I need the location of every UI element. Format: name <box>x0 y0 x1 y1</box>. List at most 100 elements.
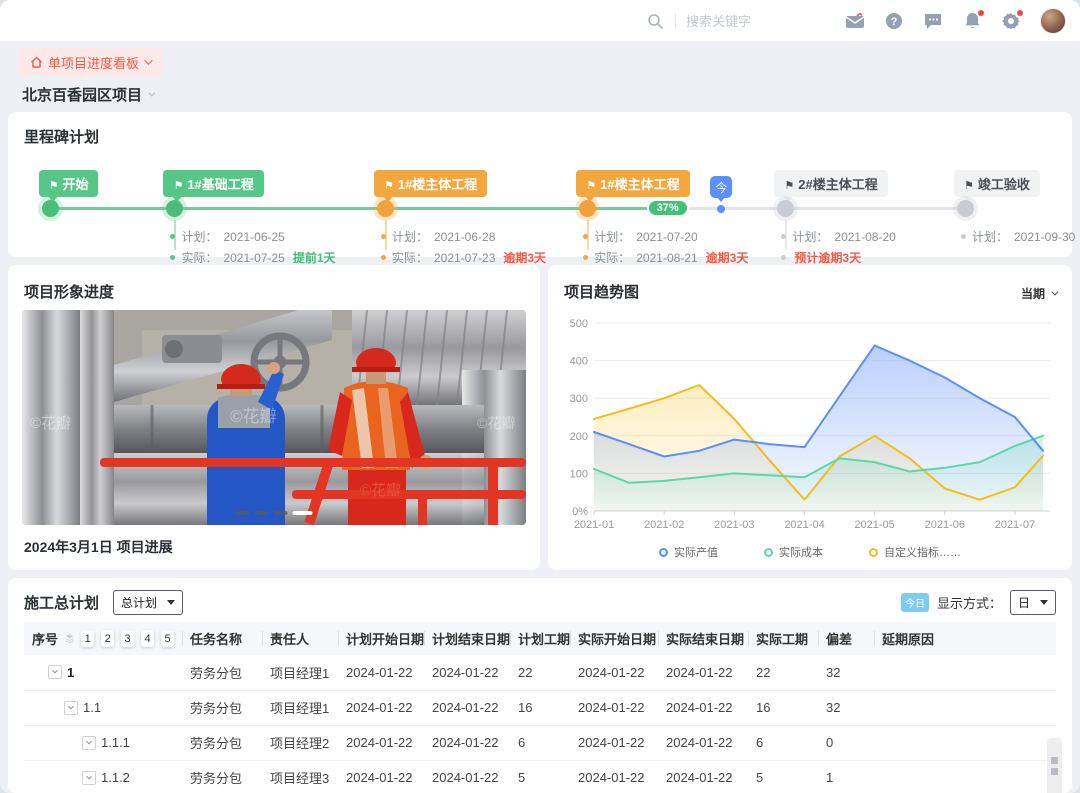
home-icon <box>30 56 43 69</box>
mail-icon[interactable] <box>845 11 865 31</box>
col-task: 任务名称 <box>182 622 262 655</box>
level-button-2[interactable]: 2 <box>101 630 114 647</box>
trend-title: 项目趋势图 <box>564 281 639 302</box>
svg-text:2021-04: 2021-04 <box>784 519 824 531</box>
col-reason: 延期原因 <box>874 622 1056 655</box>
plan-type-select[interactable]: 总计划 <box>113 590 183 615</box>
project-title-dropdown[interactable]: 北京百香园区项目 <box>22 84 153 105</box>
tree-toggle[interactable] <box>64 701 78 715</box>
site-photo-card: 项目形象进度 <box>8 265 540 570</box>
milestone-card: 里程碑计划 ⚑开始 ⚑1#基础工程 计划：2021-06-25 实际：2021-… <box>8 112 1072 257</box>
site-photo: ©花瓣 ©花瓣 ©花瓣 ©花瓣 <box>22 310 526 525</box>
col-act-end: 实际结束日期 <box>658 622 748 655</box>
flag-icon: ⚑ <box>586 180 596 192</box>
svg-text:2021-07: 2021-07 <box>995 519 1035 531</box>
svg-text:2021-02: 2021-02 <box>644 519 684 531</box>
gear-icon[interactable] <box>1001 11 1021 31</box>
trend-chart: 5004003002001000%2021-012021-022021-0320… <box>556 309 1064 541</box>
chevron-down-icon <box>1051 289 1058 296</box>
svg-text:©花瓣: ©花瓣 <box>30 415 71 432</box>
carousel-dot-active[interactable] <box>293 511 313 515</box>
milestone-badge: ⚑1#楼主体工程 <box>374 170 487 197</box>
board-selector-button[interactable]: 单项目进度看板 <box>18 48 162 76</box>
photo-card-title: 项目形象进度 <box>24 281 114 302</box>
chevron-down-icon <box>148 90 155 97</box>
search-input[interactable] <box>686 14 836 29</box>
plan-title: 施工总计划 <box>24 592 99 613</box>
flag-icon: ⚑ <box>964 180 974 192</box>
milestone-title: 里程碑计划 <box>24 126 99 147</box>
display-mode-select[interactable]: 日 <box>1010 590 1056 615</box>
display-mode-label: 显示方式： <box>937 593 1002 612</box>
milestone-dates: 计划：2021-06-28 实际：2021-07-23逾期3天 <box>381 226 546 268</box>
settings-dot <box>1017 10 1023 16</box>
timeline-done-segment <box>51 207 668 210</box>
col-plan-dur: 计划工期 <box>510 622 570 655</box>
deviation-value: 0 <box>818 725 874 760</box>
deviation-value: 1 <box>818 760 874 793</box>
avatar[interactable] <box>1040 8 1066 34</box>
level-button-1[interactable]: 1 <box>81 630 94 647</box>
flag-icon: ⚑ <box>49 180 59 192</box>
select-arrow-icon <box>1040 600 1048 605</box>
trend-chart-card: 项目趋势图 当期 5004003002001000%2021-012021-02… <box>548 265 1072 570</box>
svg-text:400: 400 <box>570 356 588 368</box>
milestone-badge: ⚑开始 <box>39 170 99 197</box>
svg-text:©花瓣: ©花瓣 <box>360 482 401 499</box>
chart-legend: 实际产值 实际成本 自定义指标…… <box>548 544 1072 560</box>
col-act-start: 实际开始日期 <box>570 622 658 655</box>
bell-icon[interactable] <box>962 11 982 31</box>
carousel-dot[interactable] <box>274 511 288 515</box>
photo-carousel <box>236 511 313 515</box>
milestone-node <box>777 200 794 217</box>
floating-helper-tab[interactable] <box>1047 738 1062 793</box>
tree-toggle[interactable] <box>82 771 96 785</box>
flag-icon: ⚑ <box>173 180 183 192</box>
svg-text:200: 200 <box>570 431 588 443</box>
legend-item[interactable]: 实际成本 <box>764 544 823 560</box>
legend-marker <box>659 548 668 557</box>
search-icon[interactable] <box>645 11 665 31</box>
chat-icon[interactable] <box>923 11 943 31</box>
table-row: 1.1 劳务分包项目经理1 2024-01-222024-01-2216 202… <box>24 690 1056 725</box>
select-arrow-icon <box>167 600 175 605</box>
milestone-node <box>42 200 59 217</box>
svg-text:0%: 0% <box>572 506 588 518</box>
milestone-remark: 提前1天 <box>293 249 336 266</box>
svg-text:?: ? <box>891 16 898 28</box>
carousel-dot[interactable] <box>236 511 250 515</box>
table-row: 1.1.2 劳务分包项目经理3 2024-01-222024-01-225 20… <box>24 760 1056 793</box>
tree-toggle[interactable] <box>48 665 62 679</box>
milestone-dates: 计划：2021-09-30 <box>961 226 1075 247</box>
legend-item[interactable]: 实际产值 <box>659 544 718 560</box>
milestone-timeline: ⚑开始 ⚑1#基础工程 计划：2021-06-25 实际：2021-07-25提… <box>32 150 1064 257</box>
period-value: 当期 <box>1021 285 1045 302</box>
milestone-dates: 计划：2021-06-25 实际：2021-07-25提前1天 <box>170 226 335 268</box>
notification-dot <box>978 10 984 16</box>
col-seq: 序号 1 2 3 4 5 <box>24 622 182 655</box>
col-deviation: 偏差 <box>818 622 874 655</box>
flag-icon: ⚑ <box>384 180 394 192</box>
legend-marker <box>869 548 878 557</box>
table-row: 1.1.1 劳务分包项目经理2 2024-01-222024-01-226 20… <box>24 725 1056 760</box>
milestone-badge: ⚑1#楼主体工程 <box>576 170 689 197</box>
progress-badge: 37% <box>649 201 687 215</box>
level-button-3[interactable]: 3 <box>121 630 134 647</box>
level-button-4[interactable]: 4 <box>141 630 154 647</box>
milestone-node <box>377 200 394 217</box>
carousel-dot[interactable] <box>255 511 269 515</box>
tree-toggle[interactable] <box>82 736 96 750</box>
today-dot <box>717 205 725 213</box>
milestone-remark: 预计逾期3天 <box>794 249 861 266</box>
today-badge: 今 <box>710 176 732 198</box>
milestone-node <box>579 200 596 217</box>
svg-text:2021-05: 2021-05 <box>854 519 894 531</box>
svg-text:300: 300 <box>570 393 588 405</box>
help-icon[interactable]: ? <box>884 11 904 31</box>
legend-item[interactable]: 自定义指标…… <box>869 544 961 560</box>
svg-text:500: 500 <box>570 318 588 330</box>
milestone-badge: ⚑竣工验收 <box>954 170 1040 197</box>
period-dropdown[interactable]: 当期 <box>1021 285 1056 302</box>
top-header: ? <box>0 0 1080 42</box>
level-button-5[interactable]: 5 <box>161 630 174 647</box>
